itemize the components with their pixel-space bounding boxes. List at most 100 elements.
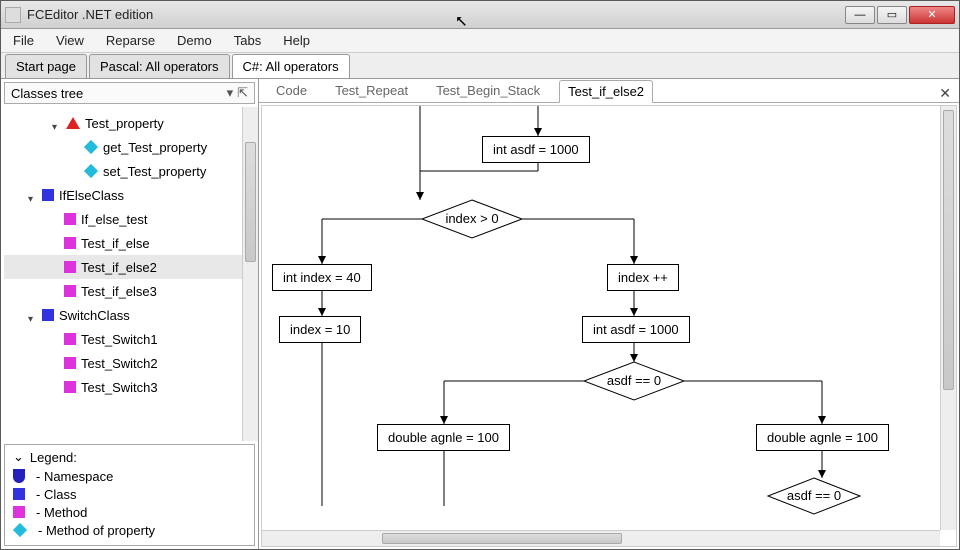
sidebar-header[interactable]: Classes tree ▾ ⇱	[4, 82, 255, 104]
legend-panel: ⌄ Legend: - Namespace - Class - Method -…	[4, 444, 255, 546]
tree-item[interactable]: set_Test_property	[4, 159, 258, 183]
legend-row: - Class	[13, 485, 246, 503]
tree-item[interactable]: Test_if_else3	[4, 279, 258, 303]
legend-header[interactable]: ⌄ Legend:	[13, 449, 246, 465]
legend-label: - Class	[36, 487, 76, 502]
tree-item-label: set_Test_property	[103, 164, 206, 179]
mag-sq-icon	[64, 333, 76, 345]
tree-item[interactable]: IfElseClass	[4, 183, 258, 207]
tree-item[interactable]: SwitchClass	[4, 303, 258, 327]
tree-panel: Test_property get_Test_property set_Test_p…	[1, 107, 258, 441]
tree-item[interactable]: Test_property	[4, 111, 258, 135]
flowchart-box[interactable]: index = 10	[279, 316, 361, 343]
mag-sq-icon	[64, 213, 76, 225]
tab-close-icon[interactable]: ✕	[939, 85, 951, 102]
tree-item-label: Test_if_else2	[81, 260, 157, 275]
mag-sq-icon	[64, 357, 76, 369]
flowchart-canvas-wrap: index > 0 asdf == 0 asdf == 0 int asdf = 1…	[261, 105, 957, 547]
tree-item-label: Test_if_else3	[81, 284, 157, 299]
minimize-button[interactable]: —	[845, 6, 875, 24]
collapse-icon[interactable]: ⌄	[13, 449, 24, 465]
tree-item[interactable]: Test_Switch2	[4, 351, 258, 375]
menu-demo[interactable]: Demo	[173, 31, 216, 50]
blue-sq-icon	[42, 309, 54, 321]
svg-text:asdf == 0: asdf == 0	[607, 373, 661, 388]
expander-icon[interactable]	[52, 118, 62, 128]
svg-text:asdf == 0: asdf == 0	[787, 488, 841, 503]
expander-icon[interactable]	[28, 190, 38, 200]
titlebar[interactable]: FCEditor .NET edition ⭦ — ▭ ✕	[1, 1, 959, 29]
close-button[interactable]: ✕	[909, 6, 955, 24]
menu-reparse[interactable]: Reparse	[102, 31, 159, 50]
tree-item[interactable]: If_else_test	[4, 207, 258, 231]
horizontal-scrollbar[interactable]	[262, 530, 940, 546]
vertical-scrollbar[interactable]	[940, 106, 956, 530]
tree-item[interactable]: Test_Switch3	[4, 375, 258, 399]
flowchart-box[interactable]: double agnle = 100	[377, 424, 510, 451]
tree-item[interactable]: get_Test_property	[4, 135, 258, 159]
ctab-code[interactable]: Code	[267, 79, 316, 102]
tree-item-label: If_else_test	[81, 212, 148, 227]
shield-icon	[13, 469, 25, 483]
maximize-button[interactable]: ▭	[877, 6, 907, 24]
cyan-diamond-icon	[84, 164, 98, 178]
blue-sq-icon	[42, 189, 54, 201]
legend-row: - Method	[13, 503, 246, 521]
tree-item-label: Test_if_else	[81, 236, 150, 251]
pin-icon[interactable]: ⇱	[237, 85, 248, 101]
ctab-test-if-else2[interactable]: Test_if_else2	[559, 80, 653, 103]
file-tabs: Start page Pascal: All operators C#: All…	[1, 53, 959, 79]
client-area: Classes tree ▾ ⇱ Test_property get_Test_p…	[1, 79, 959, 549]
tree-item-label: Test_Switch1	[81, 332, 158, 347]
tree-scrollbar[interactable]	[242, 107, 258, 441]
flowchart-box[interactable]: int index = 40	[272, 264, 372, 291]
red-tri-icon	[66, 117, 80, 129]
tree-item-label: Test_Switch2	[81, 356, 158, 371]
sidebar-header-icons: ▾ ⇱	[227, 85, 248, 101]
flowchart-canvas[interactable]: index > 0 asdf == 0 asdf == 0 int asdf = 1…	[262, 106, 956, 546]
flowchart-box[interactable]: int asdf = 1000	[582, 316, 690, 343]
tree-scroll-thumb[interactable]	[245, 142, 256, 262]
hscroll-thumb[interactable]	[382, 533, 622, 544]
tree-item-label: Test_Switch3	[81, 380, 158, 395]
main-panel: Code Test_Repeat Test_Begin_Stack Test_i…	[259, 79, 959, 549]
ctab-test-repeat[interactable]: Test_Repeat	[326, 79, 417, 102]
flowchart-box[interactable]: double agnle = 100	[756, 424, 889, 451]
classes-tree[interactable]: Test_property get_Test_property set_Test_p…	[4, 107, 258, 403]
legend-title: Legend:	[30, 450, 77, 465]
menu-help[interactable]: Help	[279, 31, 314, 50]
ctab-test-begin-stack[interactable]: Test_Begin_Stack	[427, 79, 549, 102]
mag-sq-icon	[64, 285, 76, 297]
menu-file[interactable]: File	[9, 31, 38, 50]
tree-item[interactable]: Test_Switch1	[4, 327, 258, 351]
tab-start-page[interactable]: Start page	[5, 54, 87, 78]
app-icon	[5, 7, 21, 23]
mag-sq-icon	[13, 506, 25, 518]
window-title: FCEditor .NET edition	[27, 7, 845, 22]
tree-item[interactable]: Test_if_else	[4, 231, 258, 255]
blue-sq-icon	[13, 488, 25, 500]
svg-text:index > 0: index > 0	[445, 211, 498, 226]
tree-item-label: SwitchClass	[59, 308, 130, 323]
vscroll-thumb[interactable]	[943, 110, 954, 390]
window-buttons: — ▭ ✕	[845, 6, 955, 24]
mag-sq-icon	[64, 237, 76, 249]
menubar: File View Reparse Demo Tabs Help	[1, 29, 959, 53]
code-tabs: Code Test_Repeat Test_Begin_Stack Test_i…	[259, 79, 959, 103]
legend-label: - Method of property	[38, 523, 155, 538]
mag-sq-icon	[64, 261, 76, 273]
flowchart-box[interactable]: int asdf = 1000	[482, 136, 590, 163]
menu-tabs[interactable]: Tabs	[230, 31, 265, 50]
expander-icon[interactable]	[28, 310, 38, 320]
sidebar: Classes tree ▾ ⇱ Test_property get_Test_p…	[1, 79, 259, 549]
tab-pascal[interactable]: Pascal: All operators	[89, 54, 230, 78]
app-window: FCEditor .NET edition ⭦ — ▭ ✕ File View …	[0, 0, 960, 550]
tree-item-label: get_Test_property	[103, 140, 207, 155]
legend-row: - Namespace	[13, 467, 246, 485]
dropdown-icon[interactable]: ▾	[227, 85, 234, 101]
tab-csharp[interactable]: C#: All operators	[232, 54, 350, 78]
menu-view[interactable]: View	[52, 31, 88, 50]
tree-item-label: IfElseClass	[59, 188, 124, 203]
flowchart-box[interactable]: index ++	[607, 264, 679, 291]
tree-item[interactable]: Test_if_else2	[4, 255, 258, 279]
